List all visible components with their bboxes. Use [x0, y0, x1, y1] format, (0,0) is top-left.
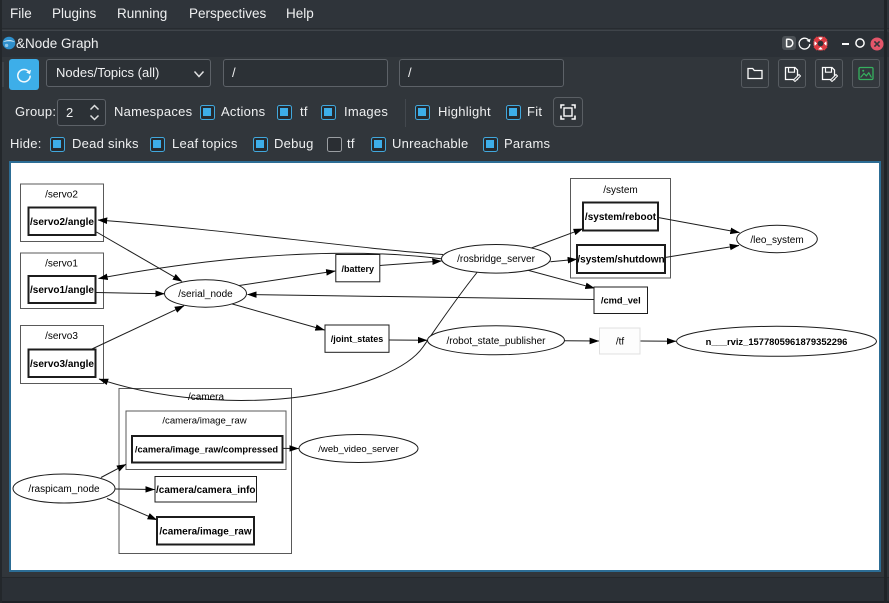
- svg-text:/serial_node: /serial_node: [178, 289, 233, 300]
- svg-text:/servo1: /servo1: [45, 259, 78, 270]
- svg-text:/system: /system: [603, 185, 637, 196]
- svg-text:/camera/image_raw/compressed: /camera/image_raw/compressed: [135, 445, 278, 455]
- svg-text:/camera/image_raw: /camera/image_raw: [159, 526, 252, 537]
- svg-text:/servo2: /servo2: [45, 190, 78, 201]
- svg-text:/leo_system: /leo_system: [750, 235, 803, 246]
- svg-text:/rosbridge_server: /rosbridge_server: [457, 254, 535, 265]
- svg-text:/web_video_server: /web_video_server: [318, 444, 399, 455]
- svg-text:/robot_state_publisher: /robot_state_publisher: [447, 336, 547, 347]
- svg-text:/raspicam_node: /raspicam_node: [28, 484, 100, 495]
- svg-text:/servo3/angle: /servo3/angle: [30, 359, 94, 370]
- svg-text:/servo3: /servo3: [45, 331, 78, 342]
- svg-text:n___rviz_1577805961879352296: n___rviz_1577805961879352296: [706, 336, 848, 347]
- svg-text:/system/shutdown: /system/shutdown: [577, 255, 664, 266]
- svg-text:/camera/camera_info: /camera/camera_info: [156, 485, 256, 496]
- svg-text:/tf: /tf: [616, 336, 625, 347]
- svg-text:/servo1/angle: /servo1/angle: [30, 285, 94, 296]
- svg-text:/servo2/angle: /servo2/angle: [30, 217, 94, 228]
- svg-text:/cmd_vel: /cmd_vel: [601, 296, 641, 306]
- svg-text:/camera/image_raw: /camera/image_raw: [162, 416, 246, 427]
- svg-text:/camera: /camera: [188, 392, 225, 403]
- svg-text:/battery: /battery: [342, 264, 375, 274]
- svg-text:/system/reboot: /system/reboot: [585, 212, 657, 223]
- svg-text:/joint_states: /joint_states: [331, 334, 384, 344]
